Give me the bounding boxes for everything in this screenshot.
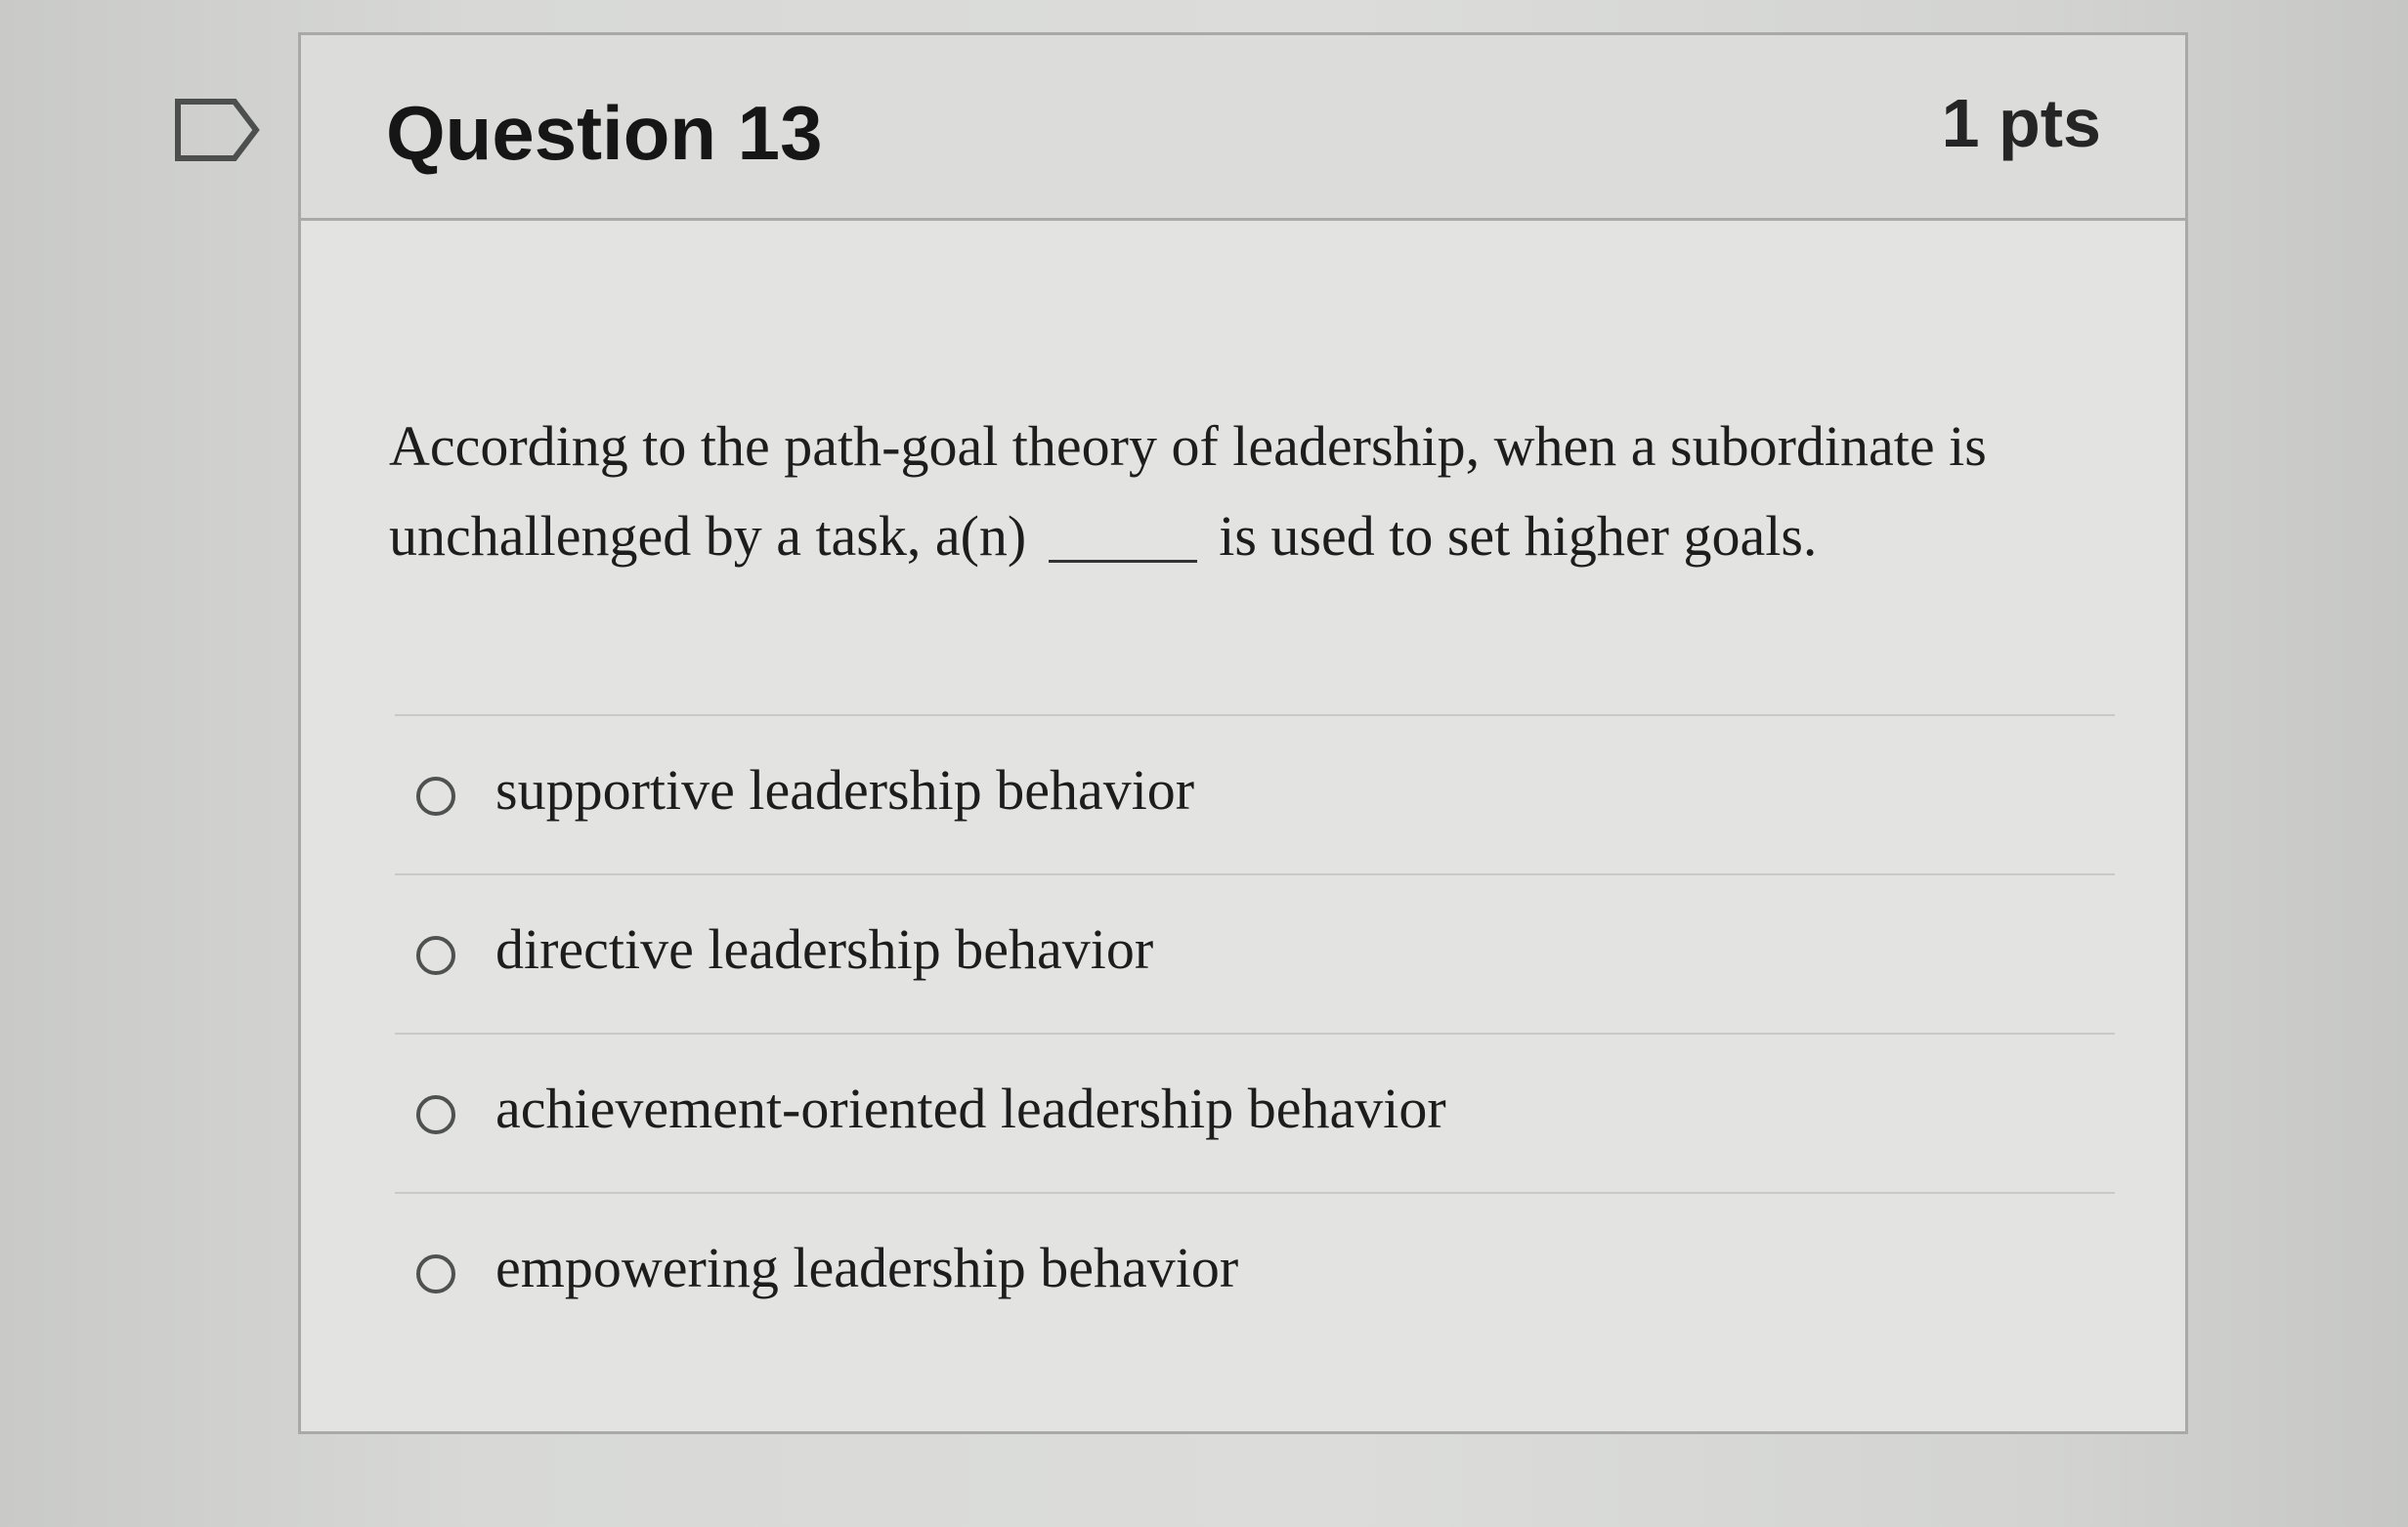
answer-label[interactable]: empowering leadership behavior (495, 1235, 1238, 1300)
answer-label[interactable]: directive leadership behavior (495, 916, 1153, 982)
answer-option[interactable]: achievement-oriented leadership behavior (395, 1033, 2115, 1192)
radio-unselected-icon[interactable] (416, 1095, 455, 1134)
answer-option[interactable]: empowering leadership behavior (395, 1192, 2115, 1351)
question-title: Question 13 (386, 90, 823, 176)
radio-unselected-icon[interactable] (416, 1254, 455, 1294)
radio-unselected-icon[interactable] (416, 777, 455, 816)
question-header: Question 13 1 pts (301, 35, 2185, 221)
question-card: Question 13 1 pts According to the path-… (298, 32, 2188, 1434)
answer-label[interactable]: supportive leadership behavior (495, 757, 1194, 823)
answer-list: supportive leadership behavior directive… (395, 714, 2115, 1351)
question-text: According to the path-goal theory of lea… (389, 402, 2128, 581)
answer-label[interactable]: achievement-oriented leadership behavior (495, 1076, 1446, 1141)
fill-in-blank (1048, 559, 1197, 563)
flag-question-icon[interactable] (174, 98, 262, 162)
radio-unselected-icon[interactable] (416, 936, 455, 975)
answer-option[interactable]: directive leadership behavior (395, 873, 2115, 1033)
question-text-after-blank: is used to set higher goals. (1219, 504, 1818, 568)
answer-option[interactable]: supportive leadership behavior (395, 714, 2115, 873)
question-points: 1 pts (1941, 85, 2101, 161)
